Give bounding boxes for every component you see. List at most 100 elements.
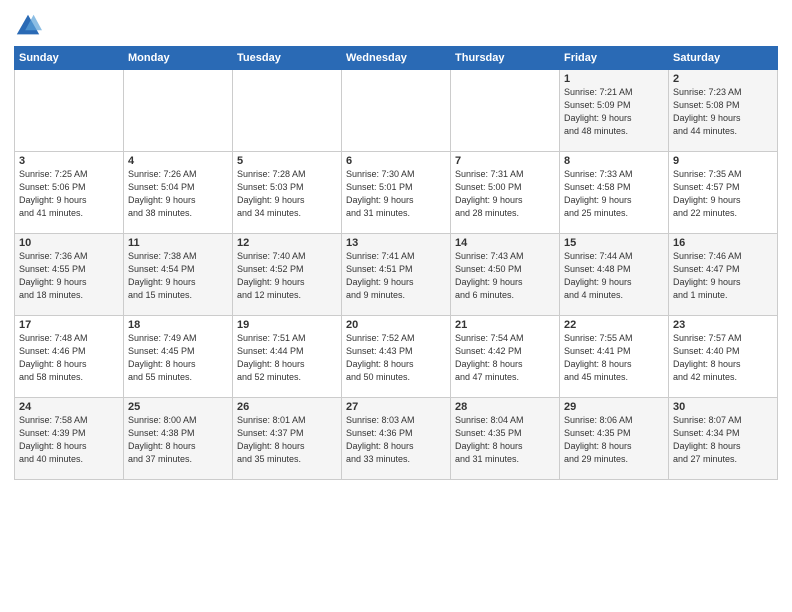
- day-number: 3: [19, 155, 119, 167]
- header-cell-monday: Monday: [124, 47, 233, 70]
- day-number: 24: [19, 401, 119, 413]
- calendar-cell: 15Sunrise: 7:44 AM Sunset: 4:48 PM Dayli…: [560, 234, 669, 316]
- calendar-cell: 21Sunrise: 7:54 AM Sunset: 4:42 PM Dayli…: [451, 316, 560, 398]
- day-number: 1: [564, 73, 664, 85]
- calendar-cell: 6Sunrise: 7:30 AM Sunset: 5:01 PM Daylig…: [342, 152, 451, 234]
- calendar-cell: 2Sunrise: 7:23 AM Sunset: 5:08 PM Daylig…: [669, 70, 778, 152]
- day-number: 25: [128, 401, 228, 413]
- calendar-cell: 11Sunrise: 7:38 AM Sunset: 4:54 PM Dayli…: [124, 234, 233, 316]
- day-number: 7: [455, 155, 555, 167]
- day-number: 2: [673, 73, 773, 85]
- calendar-cell: 26Sunrise: 8:01 AM Sunset: 4:37 PM Dayli…: [233, 398, 342, 480]
- day-info: Sunrise: 7:49 AM Sunset: 4:45 PM Dayligh…: [128, 332, 228, 384]
- calendar-cell: 8Sunrise: 7:33 AM Sunset: 4:58 PM Daylig…: [560, 152, 669, 234]
- calendar-cell: 1Sunrise: 7:21 AM Sunset: 5:09 PM Daylig…: [560, 70, 669, 152]
- calendar-cell: 20Sunrise: 7:52 AM Sunset: 4:43 PM Dayli…: [342, 316, 451, 398]
- day-info: Sunrise: 7:52 AM Sunset: 4:43 PM Dayligh…: [346, 332, 446, 384]
- calendar-table: SundayMondayTuesdayWednesdayThursdayFrid…: [14, 46, 778, 480]
- calendar-cell: [342, 70, 451, 152]
- day-number: 20: [346, 319, 446, 331]
- calendar-cell: 30Sunrise: 8:07 AM Sunset: 4:34 PM Dayli…: [669, 398, 778, 480]
- day-number: 29: [564, 401, 664, 413]
- day-info: Sunrise: 7:57 AM Sunset: 4:40 PM Dayligh…: [673, 332, 773, 384]
- day-info: Sunrise: 7:58 AM Sunset: 4:39 PM Dayligh…: [19, 414, 119, 466]
- header-cell-wednesday: Wednesday: [342, 47, 451, 70]
- day-number: 27: [346, 401, 446, 413]
- calendar-cell: 23Sunrise: 7:57 AM Sunset: 4:40 PM Dayli…: [669, 316, 778, 398]
- header-cell-thursday: Thursday: [451, 47, 560, 70]
- calendar-cell: 10Sunrise: 7:36 AM Sunset: 4:55 PM Dayli…: [15, 234, 124, 316]
- day-number: 11: [128, 237, 228, 249]
- calendar-row-4: 24Sunrise: 7:58 AM Sunset: 4:39 PM Dayli…: [15, 398, 778, 480]
- calendar-cell: 19Sunrise: 7:51 AM Sunset: 4:44 PM Dayli…: [233, 316, 342, 398]
- day-info: Sunrise: 7:48 AM Sunset: 4:46 PM Dayligh…: [19, 332, 119, 384]
- calendar-cell: 14Sunrise: 7:43 AM Sunset: 4:50 PM Dayli…: [451, 234, 560, 316]
- header-cell-friday: Friday: [560, 47, 669, 70]
- day-info: Sunrise: 7:36 AM Sunset: 4:55 PM Dayligh…: [19, 250, 119, 302]
- calendar-cell: 5Sunrise: 7:28 AM Sunset: 5:03 PM Daylig…: [233, 152, 342, 234]
- day-info: Sunrise: 7:43 AM Sunset: 4:50 PM Dayligh…: [455, 250, 555, 302]
- day-number: 14: [455, 237, 555, 249]
- day-number: 5: [237, 155, 337, 167]
- day-number: 26: [237, 401, 337, 413]
- day-info: Sunrise: 7:51 AM Sunset: 4:44 PM Dayligh…: [237, 332, 337, 384]
- day-info: Sunrise: 7:41 AM Sunset: 4:51 PM Dayligh…: [346, 250, 446, 302]
- calendar-row-1: 3Sunrise: 7:25 AM Sunset: 5:06 PM Daylig…: [15, 152, 778, 234]
- day-info: Sunrise: 7:28 AM Sunset: 5:03 PM Dayligh…: [237, 168, 337, 220]
- calendar-cell: 9Sunrise: 7:35 AM Sunset: 4:57 PM Daylig…: [669, 152, 778, 234]
- header-cell-sunday: Sunday: [15, 47, 124, 70]
- logo-icon: [14, 12, 42, 40]
- calendar-cell: 29Sunrise: 8:06 AM Sunset: 4:35 PM Dayli…: [560, 398, 669, 480]
- day-number: 19: [237, 319, 337, 331]
- calendar-header: SundayMondayTuesdayWednesdayThursdayFrid…: [15, 47, 778, 70]
- calendar-cell: 12Sunrise: 7:40 AM Sunset: 4:52 PM Dayli…: [233, 234, 342, 316]
- calendar-cell: 27Sunrise: 8:03 AM Sunset: 4:36 PM Dayli…: [342, 398, 451, 480]
- logo: [14, 12, 44, 40]
- calendar-cell: 28Sunrise: 8:04 AM Sunset: 4:35 PM Dayli…: [451, 398, 560, 480]
- day-number: 10: [19, 237, 119, 249]
- day-info: Sunrise: 8:07 AM Sunset: 4:34 PM Dayligh…: [673, 414, 773, 466]
- calendar-cell: [15, 70, 124, 152]
- calendar-cell: [124, 70, 233, 152]
- day-info: Sunrise: 8:03 AM Sunset: 4:36 PM Dayligh…: [346, 414, 446, 466]
- day-info: Sunrise: 7:33 AM Sunset: 4:58 PM Dayligh…: [564, 168, 664, 220]
- calendar-cell: [451, 70, 560, 152]
- calendar-cell: 3Sunrise: 7:25 AM Sunset: 5:06 PM Daylig…: [15, 152, 124, 234]
- day-number: 28: [455, 401, 555, 413]
- day-number: 4: [128, 155, 228, 167]
- day-number: 6: [346, 155, 446, 167]
- day-number: 18: [128, 319, 228, 331]
- calendar-row-2: 10Sunrise: 7:36 AM Sunset: 4:55 PM Dayli…: [15, 234, 778, 316]
- day-number: 9: [673, 155, 773, 167]
- day-number: 30: [673, 401, 773, 413]
- day-info: Sunrise: 7:23 AM Sunset: 5:08 PM Dayligh…: [673, 86, 773, 138]
- day-number: 17: [19, 319, 119, 331]
- day-number: 12: [237, 237, 337, 249]
- day-number: 8: [564, 155, 664, 167]
- day-info: Sunrise: 7:40 AM Sunset: 4:52 PM Dayligh…: [237, 250, 337, 302]
- day-info: Sunrise: 7:35 AM Sunset: 4:57 PM Dayligh…: [673, 168, 773, 220]
- day-info: Sunrise: 7:46 AM Sunset: 4:47 PM Dayligh…: [673, 250, 773, 302]
- day-info: Sunrise: 8:00 AM Sunset: 4:38 PM Dayligh…: [128, 414, 228, 466]
- day-info: Sunrise: 8:01 AM Sunset: 4:37 PM Dayligh…: [237, 414, 337, 466]
- calendar-cell: [233, 70, 342, 152]
- day-info: Sunrise: 7:31 AM Sunset: 5:00 PM Dayligh…: [455, 168, 555, 220]
- day-number: 23: [673, 319, 773, 331]
- day-number: 13: [346, 237, 446, 249]
- day-number: 16: [673, 237, 773, 249]
- day-info: Sunrise: 8:06 AM Sunset: 4:35 PM Dayligh…: [564, 414, 664, 466]
- header-cell-saturday: Saturday: [669, 47, 778, 70]
- day-info: Sunrise: 7:55 AM Sunset: 4:41 PM Dayligh…: [564, 332, 664, 384]
- day-info: Sunrise: 7:30 AM Sunset: 5:01 PM Dayligh…: [346, 168, 446, 220]
- day-info: Sunrise: 7:26 AM Sunset: 5:04 PM Dayligh…: [128, 168, 228, 220]
- day-info: Sunrise: 7:38 AM Sunset: 4:54 PM Dayligh…: [128, 250, 228, 302]
- calendar-cell: 22Sunrise: 7:55 AM Sunset: 4:41 PM Dayli…: [560, 316, 669, 398]
- calendar-cell: 7Sunrise: 7:31 AM Sunset: 5:00 PM Daylig…: [451, 152, 560, 234]
- day-info: Sunrise: 7:54 AM Sunset: 4:42 PM Dayligh…: [455, 332, 555, 384]
- calendar-cell: 18Sunrise: 7:49 AM Sunset: 4:45 PM Dayli…: [124, 316, 233, 398]
- calendar-body: 1Sunrise: 7:21 AM Sunset: 5:09 PM Daylig…: [15, 70, 778, 480]
- calendar-cell: 13Sunrise: 7:41 AM Sunset: 4:51 PM Dayli…: [342, 234, 451, 316]
- calendar-cell: 25Sunrise: 8:00 AM Sunset: 4:38 PM Dayli…: [124, 398, 233, 480]
- calendar-cell: 24Sunrise: 7:58 AM Sunset: 4:39 PM Dayli…: [15, 398, 124, 480]
- day-number: 15: [564, 237, 664, 249]
